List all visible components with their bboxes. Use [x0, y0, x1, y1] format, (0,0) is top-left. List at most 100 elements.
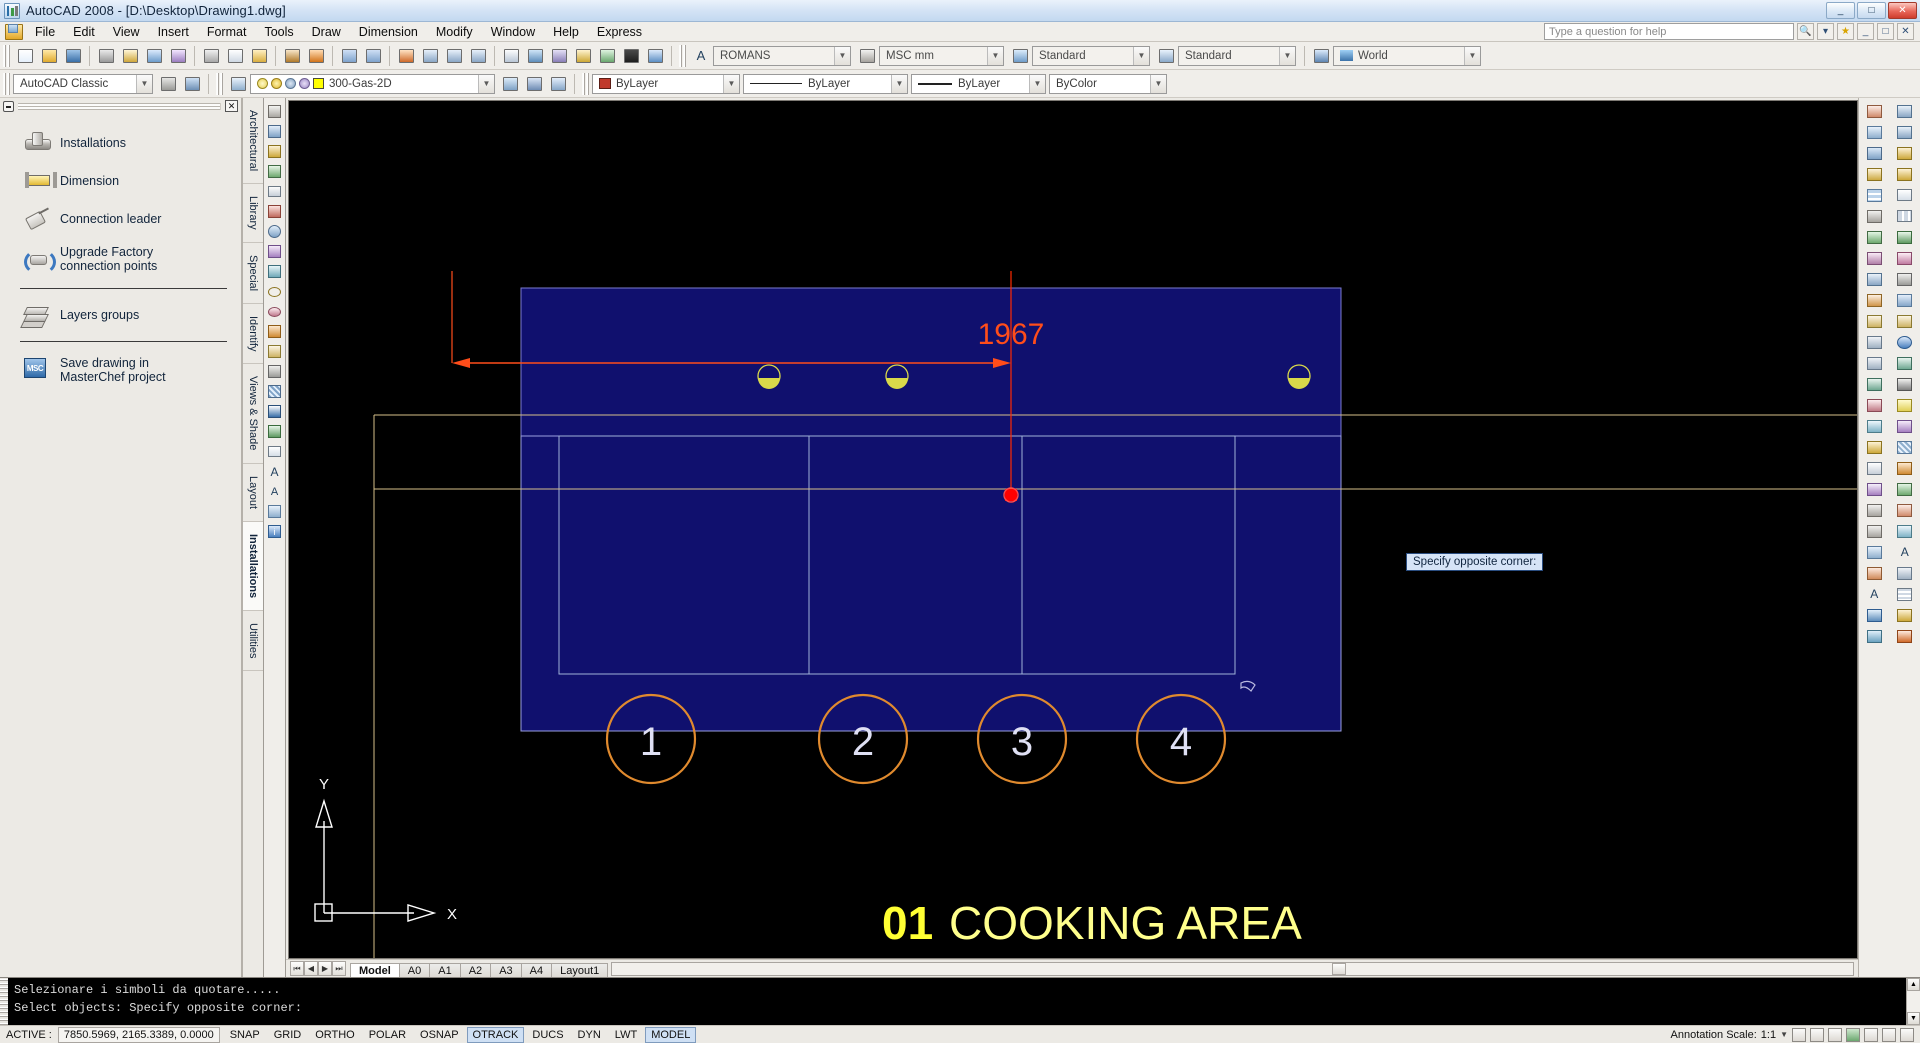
minimize-button[interactable]: _ [1826, 2, 1855, 19]
toggle-lwt[interactable]: LWT [609, 1027, 643, 1043]
menu-modify[interactable]: Modify [427, 23, 482, 41]
help-dropdown-icon[interactable]: ▾ [1817, 23, 1834, 40]
styles-toolbar-grip[interactable] [679, 44, 686, 67]
text-tool-icon[interactable]: A [1892, 542, 1918, 562]
walk-icon[interactable] [1892, 353, 1918, 373]
toggle-otrack[interactable]: OTRACK [466, 1026, 525, 1043]
workspace-settings-icon[interactable] [156, 72, 180, 95]
insert-block-icon[interactable] [265, 322, 284, 341]
annotation-visibility-icon[interactable] [1792, 1027, 1806, 1042]
properties-panel-icon[interactable] [1861, 458, 1887, 478]
linetype-combo[interactable]: ByLayer ▼ [743, 73, 908, 94]
chevron-down-icon[interactable]: ▼ [987, 46, 1003, 65]
extend-icon[interactable] [1861, 311, 1887, 331]
layer-lock-icon[interactable] [285, 78, 296, 89]
quick-dim-icon[interactable] [1861, 563, 1887, 583]
workspace-save-icon[interactable] [180, 72, 204, 95]
layer-plot-icon[interactable] [299, 78, 310, 89]
revcloud-icon[interactable] [265, 242, 284, 261]
designcenter-icon[interactable] [523, 44, 547, 67]
line-icon[interactable] [265, 102, 284, 121]
chamfer-icon[interactable] [1861, 395, 1887, 415]
offset-icon[interactable] [1861, 164, 1887, 184]
chevron-down-icon[interactable]: ▼ [1780, 1030, 1788, 1039]
match-properties-icon[interactable] [280, 44, 304, 67]
palette-tab-special[interactable]: Special [243, 243, 263, 304]
send-to-back-icon[interactable] [1892, 122, 1918, 142]
chevron-down-icon[interactable]: ▼ [1133, 46, 1149, 65]
break-at-point-icon[interactable] [1861, 332, 1887, 352]
union-icon[interactable] [1892, 479, 1918, 499]
menu-insert[interactable]: Insert [149, 23, 198, 41]
panel-item-connection-leader[interactable]: Connection leader [0, 200, 241, 238]
chevron-down-icon[interactable]: ▼ [478, 74, 494, 93]
bring-to-front-icon[interactable] [1892, 101, 1918, 121]
help-search-input[interactable]: Type a question for help [1544, 23, 1794, 40]
construction-line-icon[interactable] [265, 122, 284, 141]
chevron-down-icon[interactable]: ▼ [834, 46, 850, 65]
point-icon[interactable] [265, 362, 284, 381]
toggle-osnap[interactable]: OSNAP [414, 1027, 465, 1043]
table-icon[interactable] [265, 442, 284, 461]
break-icon[interactable] [1861, 353, 1887, 373]
zoom-previous-icon[interactable] [466, 44, 490, 67]
sheet-set-icon[interactable] [571, 44, 595, 67]
text-style-icon[interactable]: A [689, 44, 713, 67]
camera-icon[interactable] [1892, 374, 1918, 394]
3d-orbit-icon[interactable] [1892, 332, 1918, 352]
material-icon[interactable] [1892, 416, 1918, 436]
layer-freeze-icon[interactable] [271, 78, 282, 89]
pan-icon[interactable] [394, 44, 418, 67]
viewport-icon[interactable] [1892, 290, 1918, 310]
dwg-compare-icon[interactable] [1892, 269, 1918, 289]
palette-tab-utilities[interactable]: Utilities [243, 611, 263, 672]
scroll-up-icon[interactable]: ▲ [1907, 978, 1920, 991]
menu-help[interactable]: Help [544, 23, 588, 41]
palette-tab-library[interactable]: Library [243, 184, 263, 243]
add-selected-icon[interactable] [265, 502, 284, 521]
multiline-text-icon[interactable]: A [265, 462, 284, 481]
zoom-realtime-icon[interactable] [418, 44, 442, 67]
layer-previous-icon[interactable] [498, 72, 522, 95]
hatch-icon[interactable] [265, 382, 284, 401]
join-icon[interactable] [1861, 374, 1887, 394]
layer-make-current-icon[interactable] [546, 72, 570, 95]
stretch-icon[interactable] [1861, 269, 1887, 289]
scrollbar-thumb[interactable] [1331, 962, 1346, 975]
menu-format[interactable]: Format [198, 23, 256, 41]
copy-icon[interactable] [223, 44, 247, 67]
single-text-icon[interactable]: A [265, 482, 284, 501]
workspaces-grip[interactable] [3, 72, 10, 95]
last-tab-icon[interactable]: ⏭ [332, 961, 346, 976]
chevron-down-icon[interactable]: ▼ [891, 74, 907, 93]
copy-object-icon[interactable] [1861, 122, 1887, 142]
layout-tab-layout1[interactable]: Layout1 [551, 962, 609, 978]
first-tab-icon[interactable]: ⏮ [290, 961, 304, 976]
layer-on-icon[interactable] [257, 78, 268, 89]
layer-tools-icon[interactable] [1861, 479, 1887, 499]
chevron-down-icon[interactable]: ▼ [1150, 74, 1166, 93]
dim-style-icon[interactable] [855, 44, 879, 67]
prev-tab-icon[interactable]: ◀ [304, 961, 318, 976]
text-style-tool-icon[interactable]: A [1861, 584, 1887, 604]
info-icon[interactable]: i [265, 522, 284, 541]
panel-item-upgrade-factory-connection-points[interactable]: Upgrade Factory connection points [0, 238, 241, 281]
cut-icon[interactable] [199, 44, 223, 67]
chevron-down-icon[interactable]: ▼ [1029, 74, 1045, 93]
palette-tab-layout[interactable]: Layout [243, 464, 263, 522]
arc-icon[interactable] [265, 202, 284, 221]
toggle-snap[interactable]: SNAP [224, 1027, 266, 1043]
ucs-icon[interactable] [1309, 44, 1333, 67]
mleader-style-icon[interactable] [1154, 44, 1178, 67]
plotstyle-combo[interactable]: ByColor ▼ [1049, 73, 1167, 94]
table-cell-icon[interactable] [1892, 206, 1918, 226]
chevron-down-icon[interactable]: ▼ [1464, 46, 1480, 65]
collapse-icon[interactable] [3, 100, 14, 112]
panel-item-installations[interactable]: Installations [0, 124, 241, 162]
section-icon[interactable] [1892, 521, 1918, 541]
layout-tab-model[interactable]: Model [350, 962, 400, 978]
insert-table-icon[interactable] [1892, 185, 1918, 205]
tool-palettes-icon[interactable] [547, 44, 571, 67]
palette-tab-installations[interactable]: Installations [243, 521, 263, 611]
menu-draw[interactable]: Draw [303, 23, 350, 41]
